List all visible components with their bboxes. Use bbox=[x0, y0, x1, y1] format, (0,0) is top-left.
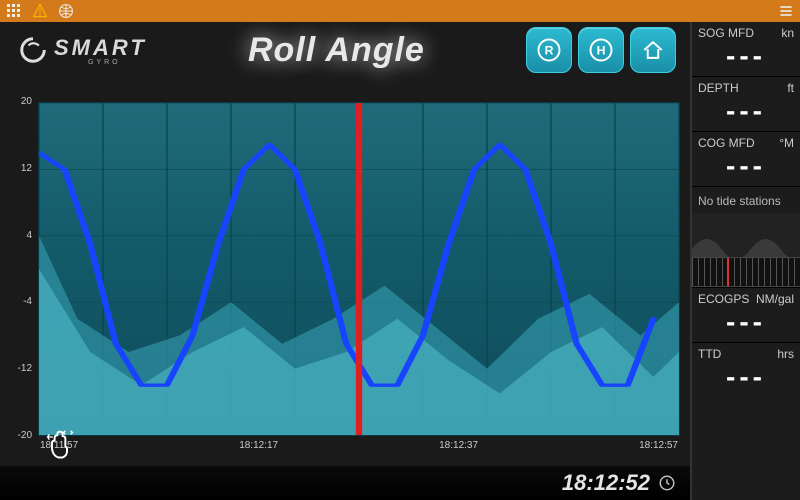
tide-graph bbox=[692, 213, 800, 257]
x-tick: 18:12:57 bbox=[639, 440, 678, 458]
chart-area[interactable]: 20124-4-12-20 18:11:5718:12:1718:12:3718… bbox=[6, 102, 680, 458]
header-buttons: R H bbox=[526, 27, 676, 73]
page-title: Roll Angle bbox=[248, 31, 425, 70]
logo-swirl-icon bbox=[18, 35, 48, 65]
value: --- bbox=[698, 152, 794, 180]
top-bar bbox=[0, 0, 800, 22]
apps-icon[interactable] bbox=[6, 3, 22, 19]
footer: 18:12:52 bbox=[0, 466, 690, 500]
value: --- bbox=[698, 42, 794, 70]
label: DEPTH bbox=[698, 81, 739, 95]
unit: hrs bbox=[777, 347, 794, 361]
globe-icon[interactable] bbox=[58, 3, 74, 19]
x-axis-labels: 18:11:5718:12:1718:12:3718:12:57 bbox=[38, 440, 680, 458]
x-tick: 18:12:37 bbox=[439, 440, 478, 458]
brand-logo: SMART GYRO bbox=[18, 35, 147, 66]
tide-message: No tide stations bbox=[698, 191, 794, 211]
label: SOG MFD bbox=[698, 26, 754, 40]
y-tick: 4 bbox=[26, 230, 32, 241]
tide-scrub-bar[interactable] bbox=[692, 257, 800, 287]
r-button[interactable]: R bbox=[526, 27, 572, 73]
menu-icon[interactable] bbox=[778, 3, 794, 19]
value: --- bbox=[698, 308, 794, 336]
label: ECOGPS bbox=[698, 292, 749, 306]
value: --- bbox=[698, 363, 794, 391]
main-panel: SMART GYRO Roll Angle R H 20 12 4 -4 -12 -20 bbox=[0, 22, 690, 500]
label: COG MFD bbox=[698, 136, 755, 150]
unit: ft bbox=[787, 81, 794, 95]
y-tick: 20 bbox=[21, 96, 32, 107]
side-cell-cog[interactable]: COG MFD °M --- bbox=[692, 132, 800, 187]
y-axis-labels: 20124-4-12-20 bbox=[6, 102, 36, 436]
side-cell-depth[interactable]: DEPTH ft --- bbox=[692, 77, 800, 132]
roll-angle-chart[interactable] bbox=[38, 102, 680, 436]
home-button[interactable] bbox=[630, 27, 676, 73]
y-tick: -4 bbox=[23, 296, 32, 307]
side-cell-tide[interactable]: No tide stations bbox=[692, 187, 800, 288]
brand-name: SMART bbox=[54, 35, 147, 61]
clock-icon bbox=[658, 474, 676, 492]
top-bar-left bbox=[6, 3, 74, 19]
warning-icon[interactable] bbox=[32, 3, 48, 19]
value: --- bbox=[698, 97, 794, 125]
y-tick: 12 bbox=[21, 163, 32, 174]
y-tick: -12 bbox=[18, 363, 32, 374]
svg-text:R: R bbox=[545, 43, 554, 57]
svg-text:H: H bbox=[597, 43, 606, 57]
clock-value: 18:12:52 bbox=[562, 470, 650, 496]
side-cell-sog[interactable]: SOG MFD kn --- bbox=[692, 22, 800, 77]
x-tick: 18:12:17 bbox=[239, 440, 278, 458]
clock[interactable]: 18:12:52 bbox=[562, 470, 676, 496]
data-sidebar: SOG MFDkn --- DEPTHft --- COG MFD°M --- … bbox=[690, 22, 800, 500]
h-button[interactable]: H bbox=[578, 27, 624, 73]
side-cell-ttd[interactable]: TTD hrs --- bbox=[692, 343, 800, 397]
y-tick: -20 bbox=[18, 430, 32, 441]
unit: kn bbox=[781, 26, 794, 40]
unit: °M bbox=[779, 136, 794, 150]
unit: NM/gal bbox=[756, 292, 794, 306]
side-cell-eco[interactable]: ECOGPS NM/gal --- bbox=[692, 288, 800, 343]
label: TTD bbox=[698, 347, 721, 361]
main-header: SMART GYRO Roll Angle R H bbox=[0, 22, 690, 78]
